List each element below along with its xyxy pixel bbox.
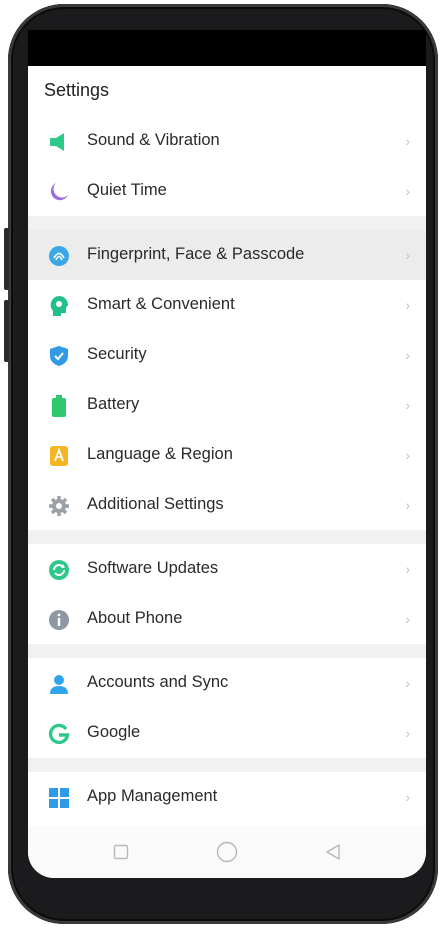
settings-item-label: Battery	[87, 395, 140, 413]
chevron-right-icon: ›	[405, 297, 410, 313]
smart-head-icon	[48, 295, 70, 317]
chevron-right-icon: ›	[405, 397, 410, 413]
google-icon	[48, 723, 70, 745]
recents-button[interactable]	[101, 837, 141, 867]
app-grid-icon	[48, 787, 70, 809]
language-icon	[48, 445, 70, 467]
chevron-right-icon: ›	[405, 789, 410, 805]
group-separator	[28, 216, 426, 230]
settings-item-fingerprint-face-passcode[interactable]: Fingerprint, Face & Passcode ›	[28, 230, 426, 280]
square-icon	[113, 844, 129, 860]
settings-item-accounts-sync[interactable]: Accounts and Sync ›	[28, 658, 426, 708]
chevron-right-icon: ›	[405, 183, 410, 199]
settings-item-label: App Management	[87, 787, 218, 805]
chevron-right-icon: ›	[405, 247, 410, 263]
chevron-right-icon: ›	[405, 611, 410, 627]
settings-item-label: Sound & Vibration	[87, 131, 220, 149]
settings-item-software-updates[interactable]: Software Updates ›	[28, 544, 426, 594]
settings-item-label: Google	[87, 723, 141, 741]
settings-item-language-region[interactable]: Language & Region ›	[28, 430, 426, 480]
volume-up-button	[4, 228, 9, 290]
settings-item-about-phone[interactable]: About Phone ›	[28, 594, 426, 644]
group-separator	[28, 644, 426, 658]
settings-item-label: Smart & Convenient	[87, 295, 235, 313]
chevron-right-icon: ›	[405, 133, 410, 149]
info-icon	[48, 609, 70, 631]
shield-icon	[48, 345, 70, 367]
chevron-right-icon: ›	[405, 347, 410, 363]
settings-item-label: Additional Settings	[87, 495, 224, 513]
settings-item-quiet-time[interactable]: Quiet Time ›	[28, 166, 426, 216]
volume-down-button	[4, 300, 9, 362]
back-button[interactable]	[313, 837, 353, 867]
fingerprint-icon	[48, 245, 70, 267]
settings-item-label: Software Updates	[87, 559, 219, 577]
settings-item-sound-vibration[interactable]: Sound & Vibration ›	[28, 116, 426, 166]
settings-item-google[interactable]: Google ›	[28, 708, 426, 758]
triangle-back-icon	[326, 844, 340, 860]
circle-icon	[216, 841, 238, 863]
settings-item-label: Security	[87, 345, 147, 363]
header: Settings	[28, 66, 426, 116]
chevron-right-icon: ›	[405, 447, 410, 463]
page-title: Settings	[44, 80, 110, 100]
update-icon	[48, 559, 70, 581]
settings-item-label: Fingerprint, Face & Passcode	[87, 245, 305, 263]
screen: Settings Sound & Vibration › Quiet Time …	[28, 66, 426, 878]
settings-item-label: Quiet Time	[87, 181, 167, 199]
chevron-right-icon: ›	[405, 561, 410, 577]
navigation-bar	[28, 826, 426, 878]
group-separator	[28, 530, 426, 544]
gear-icon	[48, 495, 70, 517]
battery-icon	[48, 395, 70, 417]
chevron-right-icon: ›	[405, 725, 410, 741]
chevron-right-icon: ›	[405, 497, 410, 513]
chevron-right-icon: ›	[405, 675, 410, 691]
settings-item-security[interactable]: Security ›	[28, 330, 426, 380]
settings-item-battery[interactable]: Battery ›	[28, 380, 426, 430]
settings-item-label: Accounts and Sync	[87, 673, 229, 691]
settings-item-smart-convenient[interactable]: Smart & Convenient ›	[28, 280, 426, 330]
settings-item-app-management[interactable]: App Management ›	[28, 772, 426, 822]
settings-item-additional-settings[interactable]: Additional Settings ›	[28, 480, 426, 530]
status-bar	[28, 30, 426, 66]
settings-item-label: Language & Region	[87, 445, 233, 463]
person-icon	[48, 673, 70, 695]
moon-icon	[48, 181, 70, 203]
settings-item-label: About Phone	[87, 609, 183, 627]
home-button[interactable]	[207, 837, 247, 867]
speaker-icon	[48, 131, 70, 153]
group-separator	[28, 758, 426, 772]
